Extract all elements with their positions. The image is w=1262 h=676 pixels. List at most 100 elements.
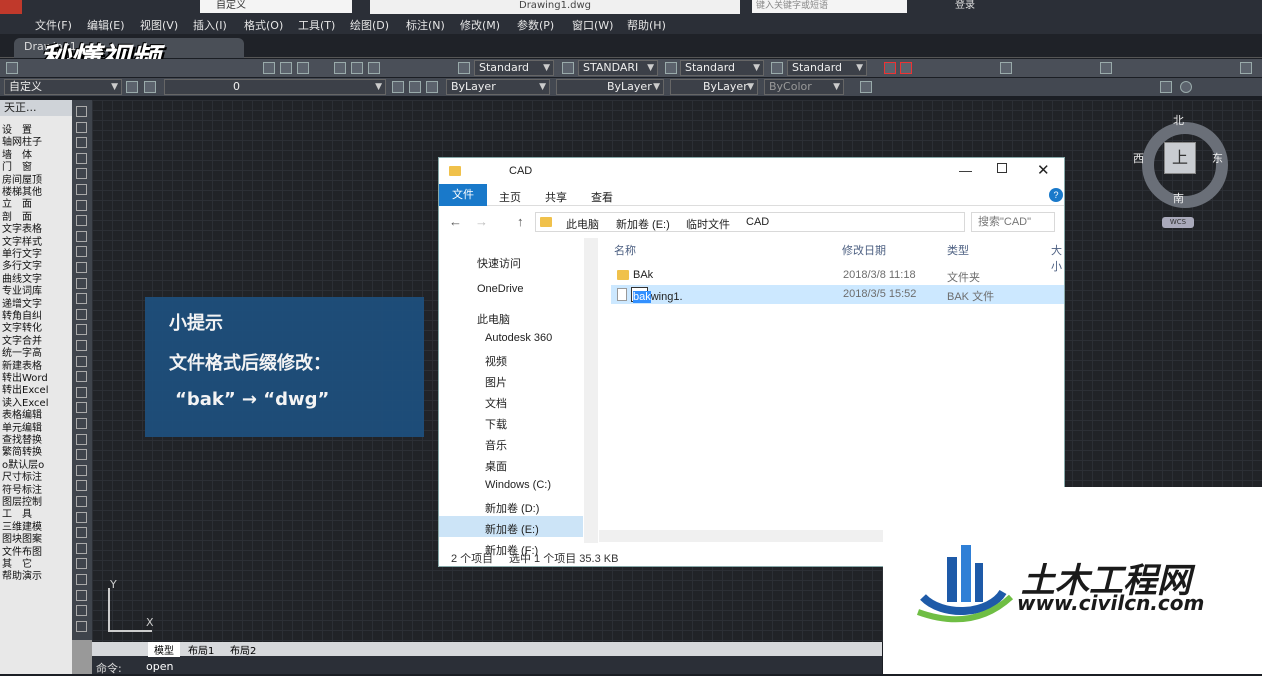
modify-icon[interactable] [1160, 81, 1172, 93]
make-current-icon[interactable] [392, 81, 404, 93]
draw-tool-icon[interactable] [76, 386, 87, 398]
draw-tool-icon[interactable] [76, 277, 87, 289]
draw-tool-icon[interactable] [76, 605, 87, 617]
nav-item[interactable]: 此电脑 [477, 311, 510, 327]
nav-item[interactable]: 下载 [485, 416, 507, 432]
tab-home[interactable]: 主页 [499, 189, 521, 205]
menu-parametric[interactable]: 参数(P) [517, 17, 554, 33]
draw-tool-icon[interactable] [76, 308, 87, 320]
linetype-select[interactable]: ByLayer ▼ [556, 79, 664, 95]
text-style-select[interactable]: Standard ▼ [474, 60, 554, 76]
layer-state-icon[interactable] [426, 81, 438, 93]
up-icon[interactable]: ↑ [517, 214, 524, 229]
draw-tool-icon[interactable] [76, 542, 87, 554]
draw-tool-icon[interactable] [76, 152, 87, 164]
menu-window[interactable]: 窗口(W) [572, 17, 613, 33]
dim-style-select[interactable]: STANDARI ▼ [578, 60, 658, 76]
menu-modify[interactable]: 修改(M) [460, 17, 500, 33]
draw-tool-icon[interactable] [76, 199, 87, 211]
properties-icon[interactable] [334, 62, 346, 74]
mleader-style-select[interactable]: Standard ▼ [787, 60, 867, 76]
nav-item[interactable]: 桌面 [485, 458, 507, 474]
dimension-icon[interactable] [1000, 62, 1012, 74]
close-icon[interactable]: ✕ [1037, 161, 1050, 179]
nav-item[interactable]: 图片 [485, 374, 507, 390]
tab-layout1[interactable]: 布局1 [188, 642, 214, 657]
column-name[interactable]: 名称 [614, 242, 636, 258]
search-input[interactable]: 搜索"CAD" [971, 212, 1055, 232]
column-type[interactable]: 类型 [947, 242, 969, 258]
back-icon[interactable]: ← [449, 214, 462, 229]
tool-palette-icon[interactable] [368, 62, 380, 74]
help-icon[interactable]: ? [1049, 188, 1063, 202]
viewcube[interactable]: 上 北 南 东 西 WCS [1133, 112, 1232, 232]
draw-tool-icon[interactable] [76, 589, 87, 601]
menu-insert[interactable]: 插入(I) [193, 17, 227, 33]
orbit-icon[interactable] [1180, 81, 1192, 93]
draw-tool-icon[interactable] [76, 106, 87, 117]
draw-tool-icon[interactable] [76, 340, 87, 351]
plotstyle-select[interactable]: ByColor ▼ [764, 79, 844, 95]
zoom-icon[interactable] [280, 62, 292, 74]
breadcrumb-item[interactable]: 新加卷 (E:) [616, 216, 670, 232]
workspace-dropdown[interactable]: 自定义 [200, 0, 352, 13]
menu-edit[interactable]: 编辑(E) [87, 17, 125, 33]
draw-tool-icon[interactable] [76, 574, 87, 585]
compass-north[interactable]: 北 [1173, 112, 1184, 128]
draw-tool-icon[interactable] [76, 230, 87, 242]
file-row[interactable]: BAk 2018/3/8 11:18 文件夹 [611, 266, 1064, 285]
maximize-icon[interactable] [997, 163, 1007, 173]
command-handle[interactable] [72, 640, 92, 674]
nav-item[interactable]: 快速访问 [477, 255, 521, 271]
tianzheng-menu-item[interactable]: 帮助演示 [2, 567, 42, 582]
breadcrumb-item[interactable]: 此电脑 [566, 216, 599, 232]
menu-help[interactable]: 帮助(H) [627, 17, 666, 33]
nav-item[interactable]: Autodesk 360 [485, 332, 552, 344]
breadcrumb-item[interactable]: 临时文件 [686, 216, 730, 232]
table-style-select[interactable]: Standard ▼ [680, 60, 764, 76]
tab-view[interactable]: 查看 [591, 189, 613, 205]
address-bar[interactable]: 此电脑 新加卷 (E:) 临时文件 CAD [535, 212, 965, 232]
dimension-icon[interactable] [1240, 62, 1252, 74]
draw-tool-icon[interactable] [76, 262, 87, 273]
draw-tool-icon[interactable] [76, 121, 87, 133]
draw-tool-icon[interactable] [76, 168, 87, 180]
draw-tool-icon[interactable] [76, 511, 87, 523]
draw-tool-icon[interactable] [76, 371, 87, 383]
draw-tool-icon[interactable] [76, 449, 87, 461]
tab-layout2[interactable]: 布局2 [230, 642, 256, 657]
menu-view[interactable]: 视图(V) [140, 17, 178, 33]
forward-icon[interactable]: → [475, 214, 488, 229]
zoom-window-icon[interactable] [297, 62, 309, 74]
draw-tool-icon[interactable] [76, 527, 87, 539]
settings-icon[interactable] [126, 81, 138, 93]
draw-tool-icon[interactable] [76, 293, 87, 305]
draw-tool-icon[interactable] [76, 402, 87, 414]
file-row[interactable]: Drawing1. bak 2018/3/5 15:52 BAK 文件 [611, 285, 1064, 304]
app-menu-button[interactable] [0, 0, 22, 14]
table-style-icon[interactable] [665, 62, 677, 74]
compass-east[interactable]: 东 [1212, 150, 1223, 166]
text-style-icon[interactable] [458, 62, 470, 74]
lineweight-select[interactable]: ByLayer ▼ [670, 79, 758, 95]
draw-tool-icon[interactable] [76, 215, 87, 227]
nav-item[interactable]: 新加卷 (E:) [485, 521, 539, 537]
draw-tool-icon[interactable] [76, 496, 87, 507]
draw-tool-icon[interactable] [76, 324, 87, 336]
draw-tool-icon[interactable] [76, 433, 87, 445]
nav-item[interactable]: 音乐 [485, 437, 507, 453]
login-link[interactable]: 登录 [955, 0, 975, 12]
nav-item[interactable]: 视频 [485, 353, 507, 369]
draw-tool-icon[interactable] [76, 184, 87, 195]
dim-style-icon[interactable] [562, 62, 574, 74]
compass-south[interactable]: 南 [1173, 190, 1184, 206]
dimension-icon[interactable] [900, 62, 912, 74]
new-icon[interactable] [6, 62, 18, 74]
column-date[interactable]: 修改日期 [842, 242, 886, 258]
breadcrumb-item[interactable]: CAD [746, 216, 769, 228]
layer-manager-icon[interactable] [144, 81, 156, 93]
menu-draw[interactable]: 绘图(D) [350, 17, 389, 33]
design-center-icon[interactable] [351, 62, 363, 74]
minimize-icon[interactable]: — [959, 163, 972, 178]
command-line[interactable]: 模型 布局1 布局2 命令: open [92, 642, 882, 675]
